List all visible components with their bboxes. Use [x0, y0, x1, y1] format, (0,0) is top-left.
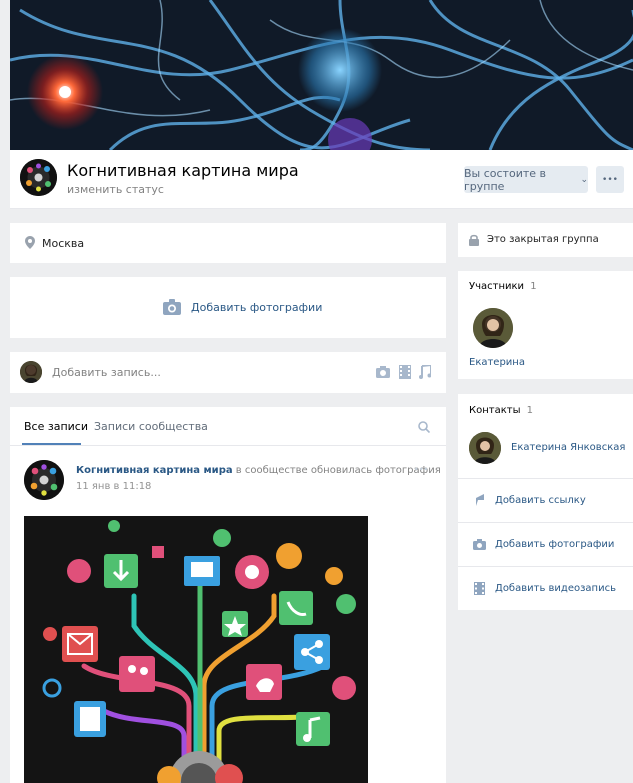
- composer-input[interactable]: Добавить запись...: [52, 366, 161, 379]
- contacts-title-label: Контакты: [469, 405, 521, 416]
- video-icon: [474, 582, 485, 595]
- add-photos-card[interactable]: Добавить фотографии: [10, 277, 446, 338]
- group-header: Когнитивная картина мира изменить статус…: [10, 150, 633, 209]
- post-composer[interactable]: Добавить запись...: [10, 352, 446, 393]
- contacts-title[interactable]: Контакты 1: [469, 405, 533, 416]
- closed-group-text: Это закрытая группа: [487, 234, 599, 245]
- chevron-down-icon: ⌄: [580, 174, 588, 185]
- post-timestamp[interactable]: 11 янв в 11:18: [76, 481, 151, 492]
- post-author-link[interactable]: Когнитивная картина мира: [76, 465, 233, 476]
- closed-group-card: Это закрытая группа: [458, 223, 633, 257]
- camera-icon: [473, 539, 486, 550]
- group-title: Когнитивная картина мира: [67, 161, 299, 180]
- member-avatar[interactable]: [473, 308, 513, 348]
- neuron-cover-art: [10, 0, 633, 150]
- group-avatar-image: [20, 159, 57, 196]
- status-edit-link[interactable]: изменить статус: [67, 183, 164, 196]
- contacts-count: 1: [526, 405, 534, 416]
- contact-name[interactable]: Екатерина Янковская: [511, 442, 625, 453]
- tab-all-posts[interactable]: Все записи: [24, 420, 88, 433]
- contacts-divider: [458, 478, 633, 479]
- post-more-icon[interactable]: •••: [414, 465, 428, 474]
- add-link-button[interactable]: Добавить ссылку: [495, 495, 586, 506]
- camera-icon: [163, 299, 181, 315]
- contact-avatar-image: [469, 432, 501, 464]
- user-avatar-image: [20, 361, 42, 383]
- infographic-image: [24, 516, 368, 783]
- info-card: Москва: [10, 223, 446, 263]
- add-video-button[interactable]: Добавить видеозапись: [495, 583, 616, 594]
- group-avatar[interactable]: [20, 159, 57, 196]
- actions-divider-2: [458, 566, 633, 567]
- contact-avatar[interactable]: [469, 432, 501, 464]
- attach-video-icon[interactable]: [399, 365, 411, 379]
- lock-icon: [469, 234, 479, 246]
- location-pin-icon: [25, 236, 35, 249]
- actions-divider-1: [458, 522, 633, 523]
- post-action-text: в сообществе обновилась фотография: [235, 465, 441, 476]
- post-header: Когнитивная картина мира в сообществе об…: [76, 465, 441, 476]
- add-photos-label[interactable]: Добавить фотографии: [191, 301, 322, 314]
- member-name[interactable]: Екатерина: [469, 357, 525, 368]
- tab-community-posts[interactable]: Записи сообщества: [94, 420, 208, 433]
- contacts-card: Контакты 1 Екатерина Янковская Добавить …: [458, 394, 633, 610]
- tabs-divider: [10, 445, 446, 446]
- wall-card: Все записи Записи сообщества Когнитивная…: [10, 407, 446, 783]
- member-avatar-image: [473, 308, 513, 348]
- members-card: Участники 1 Екатерина: [458, 271, 633, 379]
- membership-label: Вы состоите в группе: [464, 166, 546, 193]
- search-icon[interactable]: [418, 421, 430, 433]
- attach-music-icon[interactable]: [419, 365, 431, 379]
- location-text: Москва: [42, 237, 85, 250]
- link-icon: [476, 494, 484, 506]
- membership-dropdown-button[interactable]: Вы состоите в группе ⌄: [464, 166, 588, 193]
- user-avatar: [20, 361, 42, 383]
- add-photos-sidebar-button[interactable]: Добавить фотографии: [495, 539, 614, 550]
- members-count: 1: [530, 281, 537, 292]
- post-author-avatar[interactable]: [24, 460, 64, 500]
- post-author-avatar-image: [24, 460, 64, 500]
- members-title[interactable]: Участники 1: [469, 281, 537, 292]
- post-photo[interactable]: [24, 516, 368, 783]
- group-cover-image: [10, 0, 633, 150]
- members-title-label: Участники: [469, 281, 525, 292]
- attach-photo-icon[interactable]: [376, 366, 390, 378]
- more-actions-button[interactable]: •••: [596, 166, 624, 193]
